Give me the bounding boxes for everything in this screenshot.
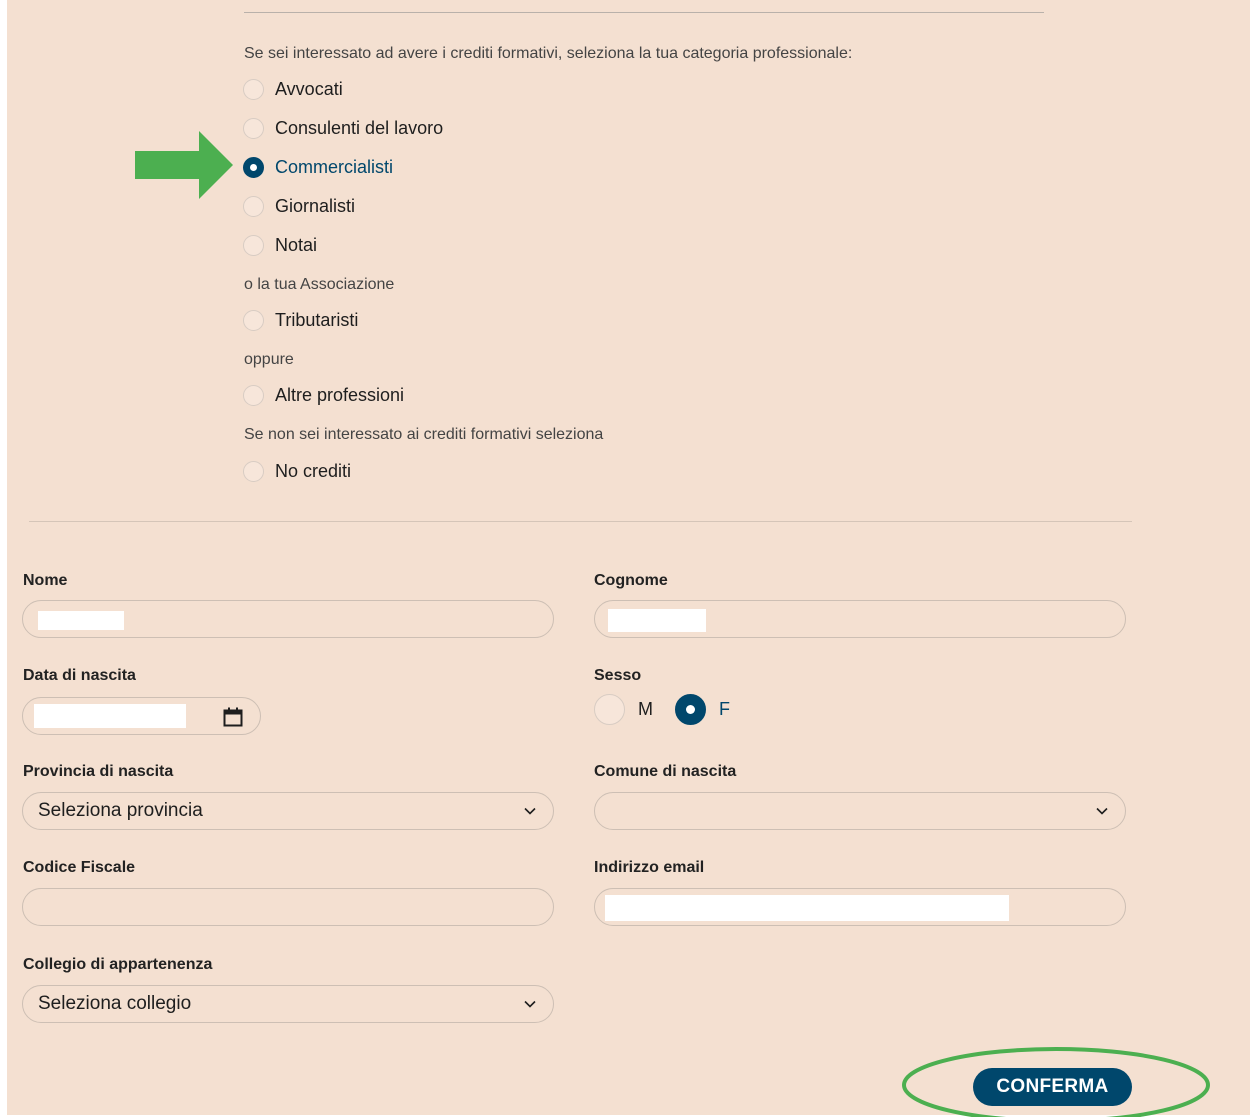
radio-circle-selected[interactable] [243, 156, 264, 178]
redacted-value [38, 611, 124, 630]
radio-tributaristi[interactable]: Tributaristi [243, 307, 358, 333]
sex-label: Sesso [594, 667, 642, 684]
radio-circle[interactable] [243, 309, 264, 331]
radio-label: No crediti [275, 460, 352, 481]
birthdate-label: Data di nascita [23, 667, 136, 684]
redacted-value [34, 704, 186, 728]
chevron-down-icon [1096, 807, 1108, 815]
radio-label: Tributaristi [275, 309, 359, 330]
sex-option-f-label: F [719, 698, 730, 719]
birthdate-input[interactable] [22, 697, 261, 735]
radio-notai[interactable]: Notai [243, 232, 317, 258]
fiscal-code-input[interactable] [22, 888, 554, 926]
radio-sex-f[interactable] [675, 693, 706, 725]
radio-label: Giornalisti [275, 195, 356, 216]
nome-input[interactable] [22, 600, 554, 638]
college-selected-value: Seleziona collegio [38, 993, 192, 1014]
chevron-down-icon [524, 807, 536, 815]
email-label: Indirizzo email [594, 859, 705, 876]
radio-label: Altre professioni [275, 384, 405, 405]
college-label: Collegio di appartenenza [23, 956, 213, 973]
no-credit-note: Se non sei interessato ai crediti format… [244, 426, 604, 443]
radio-label: Avvocati [275, 78, 343, 99]
radio-avvocati[interactable]: Avvocati [243, 76, 343, 102]
cognome-label: Cognome [594, 572, 668, 589]
cognome-input[interactable] [594, 600, 1126, 638]
comune-label: Comune di nascita [594, 763, 737, 780]
or-note: oppure [244, 351, 294, 368]
radio-circle[interactable] [243, 195, 264, 217]
radio-circle[interactable] [243, 78, 264, 100]
radio-circle[interactable] [243, 234, 264, 256]
radio-commercialisti[interactable]: Commercialisti [243, 154, 393, 180]
radio-label: Notai [275, 234, 318, 255]
section-divider [29, 521, 1132, 522]
province-select[interactable]: Seleziona provincia [22, 792, 554, 830]
radio-no-crediti[interactable]: No crediti [243, 458, 351, 484]
confirm-button[interactable]: CONFERMA [973, 1068, 1132, 1106]
fiscal-code-label: Codice Fiscale [23, 859, 136, 876]
province-label: Provincia di nascita [23, 763, 174, 780]
radio-sex-m[interactable] [594, 693, 625, 725]
comune-select[interactable] [594, 792, 1126, 830]
email-input[interactable] [594, 888, 1126, 926]
radio-label: Commercialisti [275, 156, 394, 177]
top-divider [244, 12, 1044, 13]
radio-altre-professioni[interactable]: Altre professioni [243, 382, 404, 408]
radio-label: Consulenti del lavoro [275, 117, 444, 138]
green-arrow-icon [135, 131, 233, 199]
province-selected-value: Seleziona provincia [38, 800, 203, 821]
association-note: o la tua Associazione [244, 276, 395, 293]
chevron-down-icon [524, 1000, 536, 1008]
registration-page: Se sei interessato ad avere i crediti fo… [7, 0, 1250, 1117]
radio-circle[interactable] [243, 460, 264, 482]
redacted-value [608, 609, 706, 632]
college-select[interactable]: Seleziona collegio [22, 985, 554, 1023]
radio-circle[interactable] [243, 384, 264, 406]
sex-radio-group: M F [594, 693, 752, 725]
radio-circle[interactable] [243, 117, 264, 139]
nome-label: Nome [23, 572, 68, 589]
credits-intro-text: Se sei interessato ad avere i crediti fo… [244, 45, 853, 62]
radio-consulenti-del-lavoro[interactable]: Consulenti del lavoro [243, 115, 443, 141]
calendar-icon[interactable] [223, 707, 243, 727]
redacted-value [605, 895, 1009, 921]
radio-giornalisti[interactable]: Giornalisti [243, 193, 355, 219]
sex-option-m-label: M [638, 698, 653, 719]
